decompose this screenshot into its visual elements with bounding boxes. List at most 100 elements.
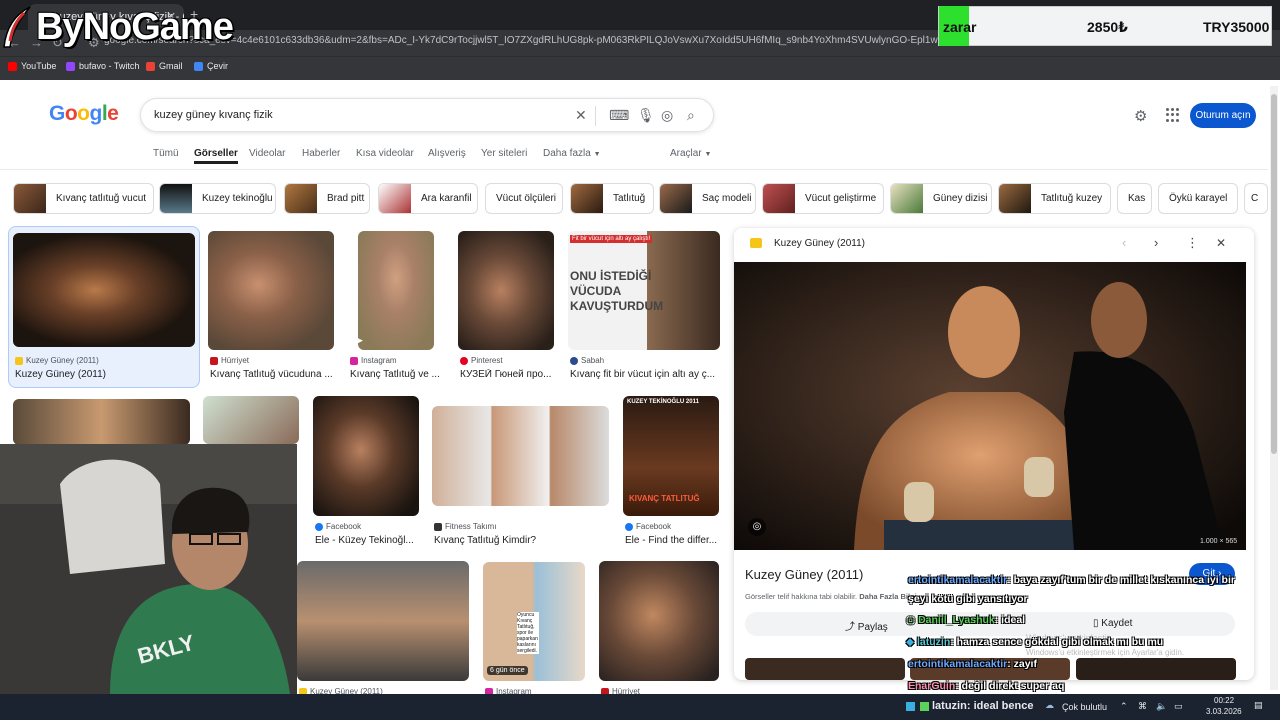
next-icon[interactable]: › [1154, 235, 1158, 250]
result-thumbnail[interactable] [208, 231, 334, 350]
result-thumbnail[interactable] [358, 231, 434, 350]
panel-source[interactable]: Kuzey Güney (2011) [774, 238, 865, 249]
bookmark-gmail[interactable]: Gmail [146, 61, 183, 71]
result-title[interactable]: Kıvanç Tatlıtuğ vücuduna ... [210, 369, 334, 380]
lens-search-icon[interactable]: ◎ [748, 518, 766, 536]
search-icon[interactable]: ⌕ [687, 107, 695, 124]
save-button[interactable]: ▯ Kaydet [1093, 618, 1132, 629]
previous-icon[interactable]: ‹ [1122, 235, 1126, 250]
result-title[interactable]: Kıvanç fit bir vücut için altı ay ç... [570, 369, 718, 380]
related-thumbnail[interactable] [1076, 658, 1236, 680]
result-thumbnail[interactable]: Oyuncu Kıvanç Tatlıtuğ, spor ile paparka… [483, 562, 585, 681]
chip-guney-dizisi[interactable]: Güney dizisi [890, 183, 992, 214]
result-thumbnail[interactable] [13, 399, 190, 445]
chevron-up-icon[interactable]: ⌃ [1120, 701, 1128, 712]
scrollbar-thumb[interactable] [1271, 94, 1277, 454]
result-thumbnail[interactable] [13, 233, 195, 347]
tab-news[interactable]: Haberler [302, 148, 340, 159]
clear-search-icon[interactable]: ✕ [575, 107, 587, 124]
google-logo[interactable]: Google [49, 102, 119, 126]
result-title[interactable]: Kuzey Güney (2011) [15, 369, 195, 380]
result-thumbnail[interactable]: KUZEY TEKİNOĞLU 2011 KIVANÇ TATLITUĞ [623, 396, 719, 516]
bookmark-youtube[interactable]: YouTube [8, 61, 56, 71]
result-card[interactable]: KUZEY TEKİNOĞLU 2011 KIVANÇ TATLITUĞ Fac… [623, 396, 719, 546]
signin-button[interactable]: Oturum açın [1190, 103, 1256, 128]
result-thumbnail[interactable] [203, 396, 299, 444]
chip-kas[interactable]: Kas [1117, 183, 1152, 214]
result-thumbnail[interactable] [313, 396, 419, 516]
chip-sac-modeli[interactable]: Saç modeli [659, 183, 756, 214]
chip-vucut-gelistirme[interactable]: Vücut geliştirme [762, 183, 884, 214]
result-card[interactable] [13, 399, 190, 445]
bookmark-translate[interactable]: Çevir [194, 61, 228, 71]
result-thumbnail[interactable] [297, 561, 469, 681]
search-box[interactable]: kuzey güney kıvanç fizik ✕ ⌨ 🎙 ◎ ⌕ [140, 98, 714, 132]
tab-all[interactable]: Tümü [153, 148, 179, 159]
bookmark-twitch[interactable]: bufavo - Twitch [66, 61, 139, 71]
tab-shopping[interactable]: Alışveriş [428, 148, 466, 159]
result-card[interactable]: Fitness Takımı Kıvanç Tatlıtuğ Kimdir? [432, 406, 609, 546]
chip-ara-karanfil[interactable]: Ara karanfil [378, 183, 478, 214]
notifications-icon[interactable]: ▤ [1254, 700, 1263, 711]
page-scrollbar[interactable] [1270, 86, 1278, 690]
result-card[interactable]: Kuzey Güney (2011) [297, 561, 469, 696]
result-card[interactable]: ▶ Instagram Kıvanç Tatlıtuğ ve ... [348, 231, 444, 381]
weather-icon[interactable]: ☁ [1045, 700, 1054, 711]
share-button[interactable]: ⤴ Paylaş [845, 618, 888, 633]
weather-label[interactable]: Çok bulutlu [1062, 702, 1107, 712]
chip-vucut-olculeri[interactable]: Vücut ölçüleri [485, 183, 563, 214]
result-thumbnail[interactable] [458, 231, 554, 350]
result-card[interactable]: Fit bir vücut için altı ay çalıştı! ONU … [568, 231, 720, 381]
keyboard-icon[interactable]: ⌨ [609, 107, 629, 124]
chip-label: Öykü karayel [1169, 193, 1228, 204]
app-icon[interactable] [906, 702, 915, 711]
result-title[interactable]: Kıvanç Tatlıtuğ Kimdir? [434, 535, 609, 546]
preview-image[interactable]: ◎ 1.000 × 565 [734, 262, 1246, 550]
result-thumbnail[interactable] [432, 406, 609, 506]
tools-button[interactable]: Araçlar ▼ [670, 148, 711, 159]
lens-icon[interactable]: ◎ [661, 107, 673, 124]
chat-text: : ideal bence [966, 700, 1034, 712]
tab-places[interactable]: Yer siteleri [481, 148, 527, 159]
search-input[interactable]: kuzey güney kıvanç fizik [154, 109, 273, 121]
tab-images[interactable]: Görseller [194, 148, 238, 164]
chip-brad-pitt[interactable]: Brad pitt [284, 183, 370, 214]
related-thumbnail[interactable] [745, 658, 905, 680]
result-source-label: Sabah [581, 356, 605, 365]
settings-gear-icon[interactable]: ⚙ [1134, 107, 1147, 125]
result-card[interactable]: Oyuncu Kıvanç Tatlıtuğ, spor ile paparka… [483, 562, 585, 696]
tab-videos[interactable]: Videolar [249, 148, 286, 159]
chip-tatlituğ[interactable]: Tatlıtuğ [570, 183, 654, 214]
more-options-icon[interactable]: ⋮ [1186, 235, 1199, 251]
result-card[interactable]: Hürriyet [599, 561, 719, 696]
result-title[interactable]: Ele - Küzey Tekinoğl... [315, 535, 419, 546]
chip-partial[interactable]: C [1244, 183, 1268, 214]
apps-grid-icon[interactable] [1166, 108, 1180, 122]
chip-oyku-karayel[interactable]: Öykü karayel [1158, 183, 1238, 214]
app-icon[interactable] [920, 702, 929, 711]
result-card[interactable] [203, 396, 299, 444]
chip-tatlitug-kuzey[interactable]: Tatlıtuğ kuzey [998, 183, 1111, 214]
result-title[interactable]: КУЗЕЙ Гюней про... [460, 369, 554, 380]
tab-short-videos[interactable]: Kısa videolar [356, 148, 414, 159]
result-thumbnail[interactable] [599, 561, 719, 681]
battery-icon[interactable]: ▭ [1174, 701, 1183, 712]
result-card[interactable]: Hürriyet Kıvanç Tatlıtuğ vücuduna ... [208, 231, 334, 381]
result-card[interactable]: Facebook Ele - Küzey Tekinoğl... [313, 396, 419, 546]
result-thumbnail[interactable]: Fit bir vücut için altı ay çalıştı! ONU … [568, 231, 720, 350]
tab-more[interactable]: Daha fazla ▼ [543, 148, 601, 159]
chip-kuzey-tekinoglu[interactable]: Kuzey tekinoğlu [159, 183, 276, 214]
network-icon[interactable]: ⌘ [1138, 701, 1147, 712]
result-card[interactable]: Kuzey Güney (2011) Kuzey Güney (2011) [13, 233, 195, 383]
microphone-icon[interactable]: 🎙 [637, 107, 655, 124]
clock-time[interactable]: 00:22 [1214, 696, 1234, 705]
result-title[interactable]: Ele - Find the differ... [625, 535, 719, 546]
result-card[interactable]: Pinterest КУЗЕЙ Гюней про... [458, 231, 554, 381]
volume-icon[interactable]: 🔈 [1156, 701, 1167, 712]
result-title[interactable]: Kıvanç Tatlıtuğ ve ... [350, 369, 446, 380]
result-source: Facebook [625, 522, 671, 531]
chip-kivanc-vucut[interactable]: Kıvanç tatlıtuğ vucut [13, 183, 154, 214]
clock-date[interactable]: 3.03.2026 [1206, 707, 1242, 716]
close-icon[interactable]: ✕ [1216, 236, 1226, 250]
panel-title[interactable]: Kuzey Güney (2011) [745, 567, 863, 582]
